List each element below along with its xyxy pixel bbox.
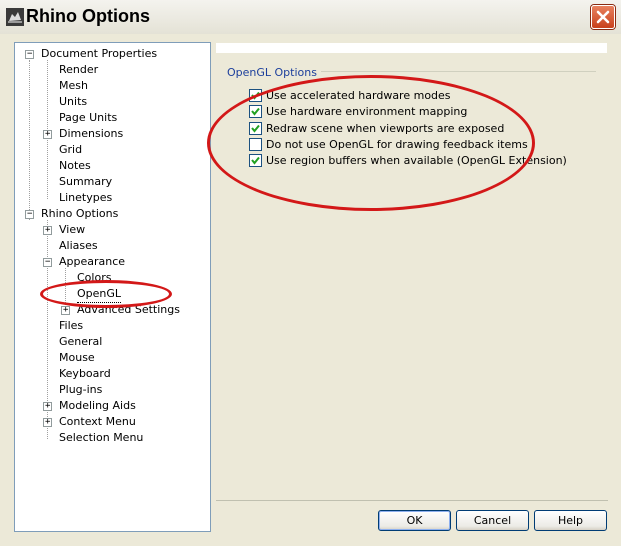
tree-item-label: Page Units [59, 111, 118, 124]
title-bar[interactable]: Rhino Options [0, 0, 621, 34]
tree-item-label: Plug-ins [59, 383, 103, 396]
close-button[interactable] [591, 5, 615, 29]
tree-item-label: Dimensions [59, 127, 124, 140]
tree-item-label: Document Properties [41, 47, 158, 60]
expand-icon[interactable]: + [43, 417, 52, 427]
panel-header-strip [216, 43, 607, 53]
tree-item-render[interactable]: Render [59, 62, 98, 78]
collapse-icon[interactable]: − [25, 209, 34, 219]
group-divider [308, 71, 596, 72]
tree-item-label: Files [59, 319, 84, 332]
footer-divider [216, 500, 608, 501]
tree-item-keyboard[interactable]: Keyboard [59, 366, 111, 382]
tree-item-label: Grid [59, 143, 83, 156]
tree-item-label: Keyboard [59, 367, 111, 380]
tree-item-plug-ins[interactable]: Plug-ins [59, 382, 102, 398]
tree-item-label: Context Menu [59, 415, 136, 428]
tree-item-grid[interactable]: Grid [59, 142, 82, 158]
tree-item-summary[interactable]: Summary [59, 174, 112, 190]
tree-item-general[interactable]: General [59, 334, 102, 350]
tree-item-label: Aliases [59, 239, 98, 252]
window-title: Rhino Options [26, 6, 150, 26]
tree-item-label: Summary [59, 175, 113, 188]
tree-item-label: General [59, 335, 103, 348]
tree-item-aliases[interactable]: Aliases [59, 238, 98, 254]
tree-item-units[interactable]: Units [59, 94, 87, 110]
tree-item-notes[interactable]: Notes [59, 158, 91, 174]
tree-item-files[interactable]: Files [59, 318, 83, 334]
annotation-ellipse-options [207, 75, 535, 211]
expand-icon[interactable]: + [43, 129, 52, 139]
tree-item-label: Rhino Options [41, 207, 119, 220]
tree-item-mouse[interactable]: Mouse [59, 350, 95, 366]
rhino-app-icon [6, 8, 24, 26]
tree-item-label: Mesh [59, 79, 88, 92]
expand-icon[interactable]: + [43, 401, 52, 411]
tree-item-label: View [59, 223, 86, 236]
tree-item-label: Appearance [59, 255, 126, 268]
tree-item-selection-menu[interactable]: Selection Menu [59, 430, 143, 446]
help-button[interactable]: Help [534, 510, 607, 531]
tree-item-page-units[interactable]: Page Units [59, 110, 117, 126]
tree-item-label: Render [59, 63, 99, 76]
collapse-icon[interactable]: − [25, 49, 34, 59]
group-title: OpenGL Options [227, 66, 321, 79]
tree-connector [29, 60, 30, 220]
tree-item-label: Units [59, 95, 88, 108]
collapse-icon[interactable]: − [43, 257, 52, 267]
close-icon [596, 10, 610, 24]
expand-icon[interactable]: + [61, 305, 70, 315]
tree-item-label: Mouse [59, 351, 95, 364]
expand-icon[interactable]: + [43, 225, 52, 235]
tree-item-label: Selection Menu [59, 431, 144, 444]
tree-item-linetypes[interactable]: Linetypes [59, 190, 112, 206]
tree-item-label: Modeling Aids [59, 399, 136, 412]
tree-item-mesh[interactable]: Mesh [59, 78, 88, 94]
annotation-ellipse-opengl [40, 280, 172, 308]
rhino-options-dialog: Rhino Options − Document Properties Rend… [0, 0, 621, 546]
ok-button[interactable]: OK [378, 510, 451, 531]
tree-item-label: Notes [59, 159, 91, 172]
tree-item-label: Linetypes [59, 191, 113, 204]
cancel-button[interactable]: Cancel [456, 510, 529, 531]
